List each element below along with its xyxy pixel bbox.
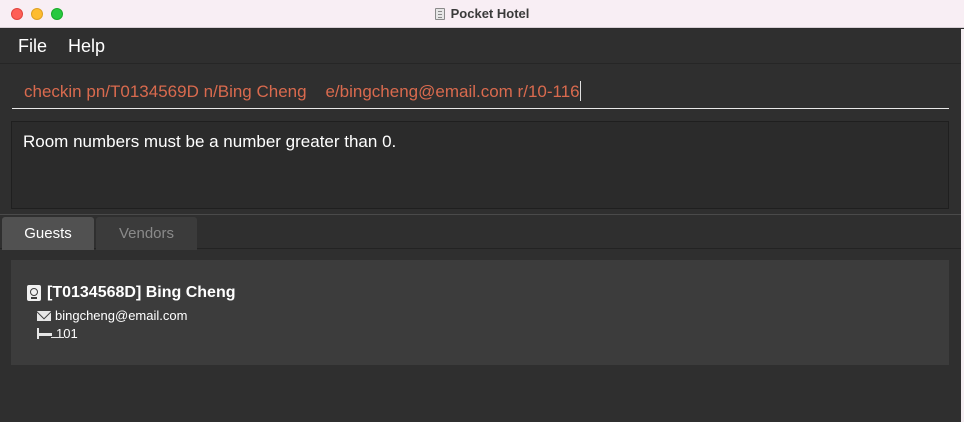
- result-display[interactable]: Room numbers must be a number greater th…: [11, 121, 949, 209]
- guest-room-row: 101: [37, 326, 78, 341]
- guest-header: [T0134568D] Bing Cheng: [47, 284, 236, 301]
- menu-bar: File Help: [0, 29, 961, 64]
- close-window-button[interactable]: [11, 8, 23, 20]
- guest-list[interactable]: [T0134568D] Bing Cheng bingcheng@email.c…: [0, 250, 961, 422]
- guest-email-row: bingcheng@email.com: [37, 308, 187, 323]
- window-titlebar: Pocket Hotel: [0, 0, 964, 28]
- menu-help[interactable]: Help: [68, 36, 105, 57]
- window-controls: [11, 8, 63, 20]
- zoom-window-button[interactable]: [51, 8, 63, 20]
- app-body: File Help checkin pn/T0134569D n/Bing Ch…: [0, 29, 964, 422]
- guest-card[interactable]: [T0134568D] Bing Cheng bingcheng@email.c…: [11, 260, 949, 365]
- guest-email: bingcheng@email.com: [55, 308, 188, 323]
- tab-guests[interactable]: Guests: [2, 217, 94, 250]
- result-message: Room numbers must be a number greater th…: [23, 132, 397, 151]
- window-title-text: Pocket Hotel: [450, 6, 530, 21]
- minimize-window-button[interactable]: [31, 8, 43, 20]
- command-input-text[interactable]: checkin pn/T0134569D n/Bing Cheng e/bing…: [24, 81, 581, 102]
- tab-vendors[interactable]: Vendors: [96, 217, 197, 250]
- window-title: Pocket Hotel: [434, 6, 530, 21]
- text-caret: [579, 81, 581, 101]
- hotel-document-icon: [434, 7, 445, 20]
- passport-icon: [27, 285, 41, 301]
- email-icon: [37, 310, 51, 321]
- command-input[interactable]: checkin pn/T0134569D n/Bing Cheng e/bing…: [12, 73, 949, 109]
- menu-file[interactable]: File: [18, 36, 47, 57]
- guest-name-row: [T0134568D] Bing Cheng: [27, 284, 235, 302]
- bed-icon: [37, 328, 52, 339]
- guest-room: 101: [56, 326, 78, 341]
- tab-bar: Guests Vendors: [0, 214, 961, 250]
